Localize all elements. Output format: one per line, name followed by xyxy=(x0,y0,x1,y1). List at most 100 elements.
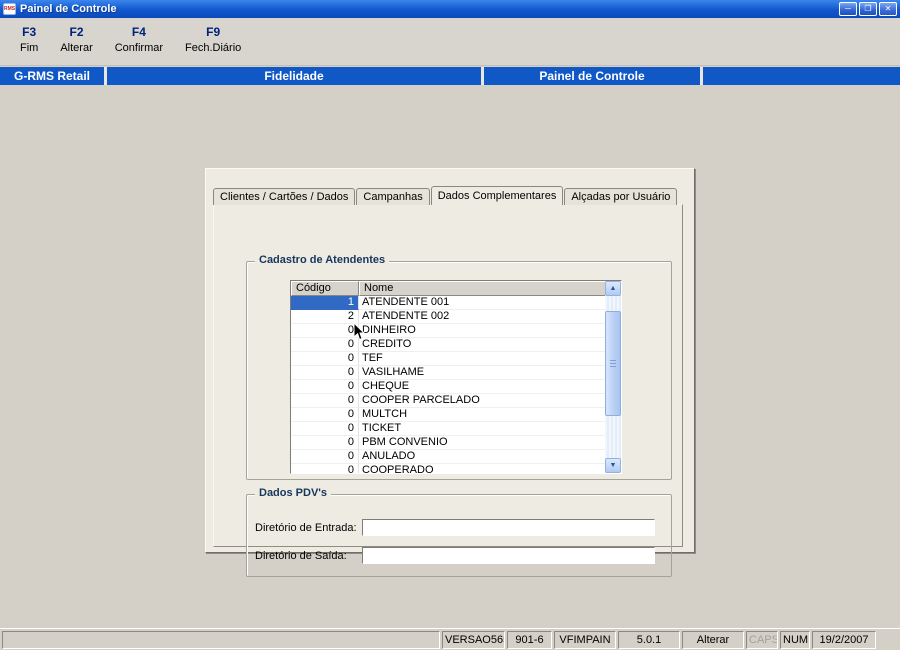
table-row[interactable]: 0 VASILHAME xyxy=(291,366,606,380)
close-button[interactable]: ✕ xyxy=(879,2,897,16)
diretorio-entrada-label: Diretório de Entrada: xyxy=(255,522,357,534)
scroll-down-icon[interactable]: ▼ xyxy=(605,458,621,473)
restore-button[interactable]: ❐ xyxy=(859,2,877,16)
tab-dados-complementares[interactable]: Dados Complementares xyxy=(430,186,564,205)
vertical-scrollbar[interactable]: ▲ ▼ xyxy=(605,281,621,473)
codigo-cell[interactable]: 0 xyxy=(291,366,359,380)
nome-cell[interactable]: CREDITO xyxy=(359,338,606,352)
fkey-action: Alterar xyxy=(60,42,93,54)
diretorio-saida-label: Diretório de Saída: xyxy=(255,550,347,562)
codigo-cell[interactable]: 0 xyxy=(291,464,359,473)
scrollbar-thumb[interactable] xyxy=(605,311,621,416)
status-program: VFIMPAIN xyxy=(554,630,616,649)
status-store-code: 901-6 xyxy=(507,630,552,649)
fkey-action: Confirmar xyxy=(114,42,164,54)
status-date: 19/2/2007 xyxy=(812,630,876,649)
tab-alcadas-por-usuario[interactable]: Alçadas por Usuário xyxy=(564,188,678,205)
status-bar: VERSAO565 901-6 VFIMPAIN 5.0.1 Alterar C… xyxy=(0,628,900,650)
codigo-cell[interactable]: 1 xyxy=(291,296,359,310)
nome-cell[interactable]: TICKET xyxy=(359,422,606,436)
nome-cell[interactable]: VASILHAME xyxy=(359,366,606,380)
table-row[interactable]: 0 TEF xyxy=(291,352,606,366)
status-num-indicator: NUM xyxy=(780,630,810,649)
group-dados-pdv: Dados PDV's Diretório de Entrada: Diretó… xyxy=(246,487,672,577)
nav-filler xyxy=(703,67,900,85)
table-row[interactable]: 0 CREDITO xyxy=(291,338,606,352)
field-row-saida: Diretório de Saída: xyxy=(247,547,671,565)
codigo-cell[interactable]: 0 xyxy=(291,422,359,436)
grid-header: Código Nome xyxy=(291,281,606,296)
fkey-action: Fech.Diário xyxy=(185,42,242,54)
group-title: Dados PDV's xyxy=(255,487,332,499)
table-row[interactable]: 1 ATENDENTE 001 xyxy=(291,296,606,310)
nome-cell[interactable]: COOPERADO xyxy=(359,464,606,473)
app-icon: RMS xyxy=(3,3,16,15)
group-cadastro-atendentes: Cadastro de Atendentes Código Nome 1 ATE… xyxy=(246,254,672,480)
fkey-action: Fim xyxy=(20,42,39,54)
window-controls: ─ ❐ ✕ xyxy=(839,2,897,16)
toolbar-button-fech-diario[interactable]: F9 Fech.Diário xyxy=(181,24,245,55)
table-row[interactable]: 0 ANULADO xyxy=(291,450,606,464)
status-caps-indicator: CAPS xyxy=(746,630,778,649)
codigo-cell[interactable]: 0 xyxy=(291,380,359,394)
table-row[interactable]: 0 DINHEIRO xyxy=(291,324,606,338)
table-row[interactable]: 0 CHEQUE xyxy=(291,380,606,394)
tab-clientes-cartoes-dados[interactable]: Clientes / Cartões / Dados xyxy=(213,188,356,205)
tab-campanhas[interactable]: Campanhas xyxy=(356,188,430,205)
status-mode: Alterar xyxy=(682,630,744,649)
nome-cell[interactable]: ANULADO xyxy=(359,450,606,464)
nome-cell[interactable]: MULTCH xyxy=(359,408,606,422)
codigo-cell[interactable]: 0 xyxy=(291,324,359,338)
codigo-cell[interactable]: 0 xyxy=(291,450,359,464)
fkey-label: F9 xyxy=(206,25,221,39)
nome-cell[interactable]: DINHEIRO xyxy=(359,324,606,338)
control-panel-dialog: Clientes / Cartões / Dados Campanhas Dad… xyxy=(205,168,695,577)
table-row[interactable]: 0 MULTCH xyxy=(291,408,606,422)
attendants-grid: Código Nome 1 ATENDENTE 001 2 ATENDENTE … xyxy=(290,280,622,474)
tab-strip: Clientes / Cartões / Dados Campanhas Dad… xyxy=(213,186,678,205)
diretorio-saida-input[interactable] xyxy=(362,547,655,564)
nome-cell[interactable]: PBM CONVENIO xyxy=(359,436,606,450)
fkey-label: F2 xyxy=(69,25,84,39)
codigo-cell[interactable]: 0 xyxy=(291,436,359,450)
toolbar-button-confirmar[interactable]: F4 Confirmar xyxy=(111,24,167,55)
fkey-label: F3 xyxy=(22,25,37,39)
table-row[interactable]: 0 TICKET xyxy=(291,422,606,436)
title-bar[interactable]: RMS Painel de Controle ─ ❐ ✕ xyxy=(0,0,900,18)
scroll-up-icon[interactable]: ▲ xyxy=(605,281,621,296)
codigo-cell[interactable]: 0 xyxy=(291,352,359,366)
nav-section-fidelidade[interactable]: Fidelidade xyxy=(107,67,481,85)
diretorio-entrada-input[interactable] xyxy=(362,519,655,536)
grid-body: Código Nome 1 ATENDENTE 001 2 ATENDENTE … xyxy=(291,281,606,473)
table-row[interactable]: 0 PBM CONVENIO xyxy=(291,436,606,450)
status-message-area xyxy=(2,630,440,649)
function-toolbar: F3 Fim F2 Alterar F4 Confirmar F9 Fech.D… xyxy=(0,18,900,66)
toolbar-button-fim[interactable]: F3 Fim xyxy=(16,24,42,55)
status-release: 5.0.1 xyxy=(618,630,680,649)
table-row[interactable]: 2 ATENDENTE 002 xyxy=(291,310,606,324)
nome-cell[interactable]: TEF xyxy=(359,352,606,366)
codigo-cell[interactable]: 2 xyxy=(291,310,359,324)
codigo-cell[interactable]: 0 xyxy=(291,408,359,422)
toolbar-button-alterar[interactable]: F2 Alterar xyxy=(56,24,96,55)
nome-cell[interactable]: CHEQUE xyxy=(359,380,606,394)
fkey-label: F4 xyxy=(131,25,146,39)
module-navbar: G-RMS Retail Fidelidade Painel de Contro… xyxy=(0,67,900,85)
group-title: Cadastro de Atendentes xyxy=(255,254,390,266)
table-row[interactable]: 0 COOPER PARCELADO xyxy=(291,394,606,408)
nav-section-painel[interactable]: Painel de Controle xyxy=(484,67,700,85)
codigo-cell[interactable]: 0 xyxy=(291,394,359,408)
tab-page-dados-complementares: Cadastro de Atendentes Código Nome 1 ATE… xyxy=(213,204,683,577)
minimize-button[interactable]: ─ xyxy=(839,2,857,16)
field-row-entrada: Diretório de Entrada: xyxy=(247,519,671,537)
nome-cell[interactable]: ATENDENTE 001 xyxy=(359,296,606,310)
codigo-cell[interactable]: 0 xyxy=(291,338,359,352)
window-title: Painel de Controle xyxy=(20,3,117,15)
column-header-codigo[interactable]: Código xyxy=(291,281,359,296)
brand-label: G-RMS Retail xyxy=(0,67,104,85)
status-version: VERSAO565 xyxy=(442,630,505,649)
nome-cell[interactable]: ATENDENTE 002 xyxy=(359,310,606,324)
nome-cell[interactable]: COOPER PARCELADO xyxy=(359,394,606,408)
table-row[interactable]: 0 COOPERADO xyxy=(291,464,606,473)
column-header-nome[interactable]: Nome xyxy=(359,281,606,296)
